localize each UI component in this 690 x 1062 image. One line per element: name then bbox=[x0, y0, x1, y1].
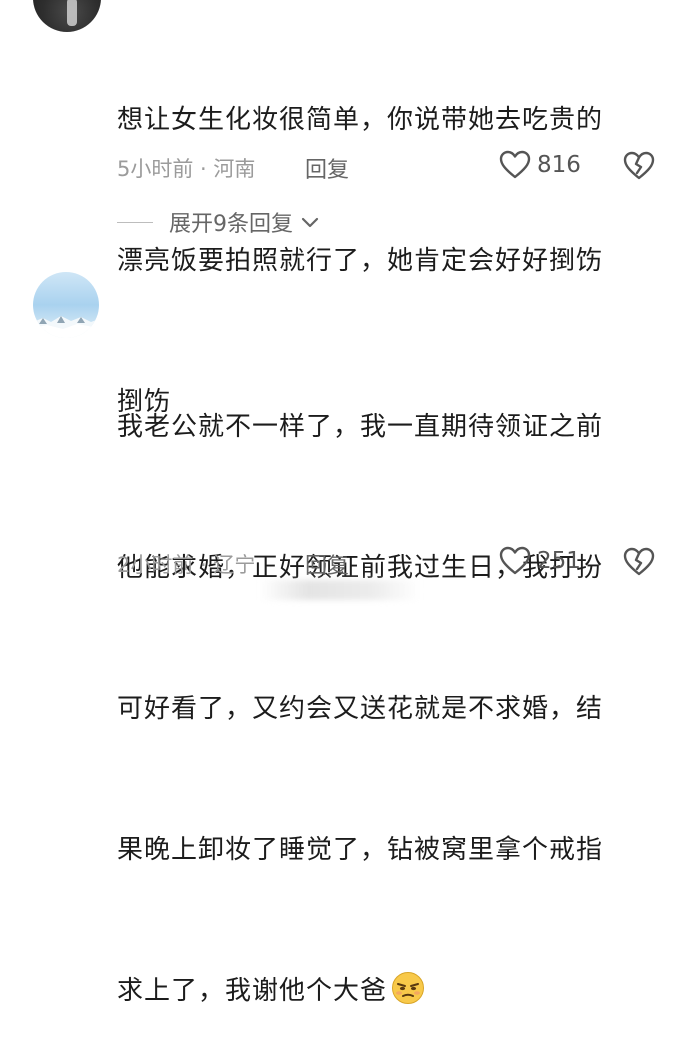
broken-heart-icon bbox=[623, 151, 655, 180]
commenter-avatar[interactable] bbox=[33, 0, 101, 32]
expand-replies-label: 展开9条回复 bbox=[169, 212, 293, 237]
heart-outline-icon bbox=[499, 546, 531, 575]
like-count: 251 bbox=[537, 548, 581, 574]
comment-timestamp-location: 5小时前 · 河南 bbox=[117, 157, 256, 181]
annoyed-face-emoji bbox=[392, 972, 425, 1004]
dislike-button[interactable] bbox=[623, 151, 655, 185]
like-button[interactable]: 816 bbox=[499, 150, 581, 180]
comment-line: 想让女生化妆很简单，你说带她去吃贵的 bbox=[117, 105, 604, 135]
like-button[interactable]: 251 bbox=[499, 546, 581, 576]
broken-heart-icon bbox=[623, 547, 655, 576]
comment-line-text: 求上了，我谢他个大爸 bbox=[117, 976, 388, 1006]
comment-line: 求上了，我谢他个大爸 bbox=[117, 968, 637, 1015]
reply-button[interactable]: 回复 bbox=[305, 548, 349, 580]
divider-dash bbox=[117, 221, 153, 223]
snow-landscape-image bbox=[33, 316, 99, 338]
chevron-down-icon bbox=[301, 217, 319, 228]
comment-body: 我老公就不一样了，我一直期待领证之前 他能求婚，正好领证前我过生日，我打扮 可好… bbox=[117, 310, 637, 1062]
comment-line: 果晚上卸妆了睡觉了，钻被窝里拿个戒指 bbox=[117, 835, 604, 865]
comment-line: 漂亮饭要拍照就行了，她肯定会好好捯饬 bbox=[117, 246, 604, 276]
heart-outline-icon bbox=[499, 150, 531, 179]
watermark-blur bbox=[260, 580, 420, 600]
dislike-button[interactable] bbox=[623, 547, 655, 581]
expand-replies-button[interactable]: 展开9条回复 bbox=[117, 206, 321, 238]
reply-button[interactable]: 回复 bbox=[305, 152, 349, 184]
like-count: 816 bbox=[537, 152, 581, 178]
commenter-avatar[interactable] bbox=[33, 272, 99, 338]
comment-timestamp-location: 2小时前 · 辽宁 bbox=[117, 553, 256, 577]
comment-line: 我老公就不一样了，我一直期待领证之前 bbox=[117, 412, 604, 442]
comment-line: 可好看了，又约会又送花就是不求婚，结 bbox=[117, 694, 604, 724]
